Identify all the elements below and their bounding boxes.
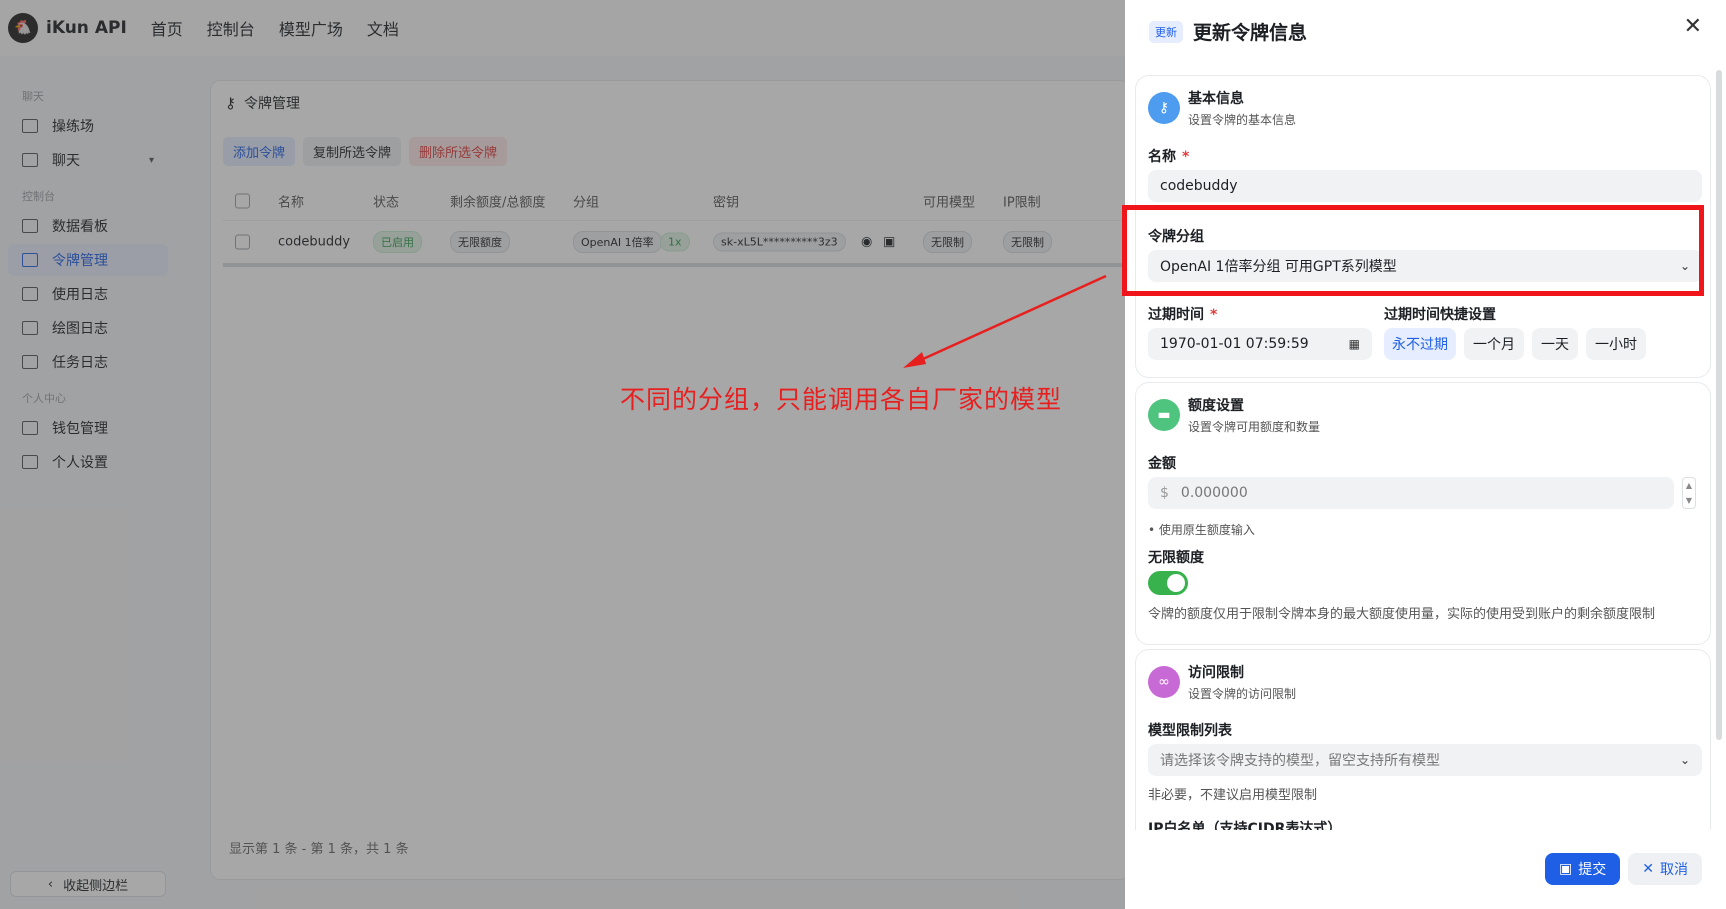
access-subtitle: 设置令牌的访问限制	[1188, 687, 1297, 701]
link-icon: ∞	[1148, 666, 1180, 698]
never-expire-button[interactable]: 永不过期	[1384, 328, 1456, 360]
name-input[interactable]: codebuddy	[1148, 170, 1702, 202]
unlimited-note: 令牌的额度仅用于限制令牌本身的最大额度使用量，实际的使用受到账户的剩余额度限制	[1148, 607, 1656, 622]
expire-datetime-input[interactable]: 1970-01-01 07:59:59 ▦	[1148, 328, 1372, 360]
unlimited-toggle[interactable]	[1148, 571, 1188, 595]
access-header: ∞ 访问限制 设置令牌的访问限制	[1148, 662, 1296, 702]
drawer-footer: ▣ 提交 ✕ 取消	[1545, 853, 1702, 885]
required-icon: *	[1182, 149, 1190, 165]
model-limit-select[interactable]: 请选择该令牌支持的模型，留空支持所有模型 ⌄	[1148, 744, 1702, 776]
close-icon[interactable]: ✕	[1684, 14, 1702, 39]
cancel-label: 取消	[1660, 862, 1688, 878]
credit-card-icon: ▬	[1148, 399, 1180, 431]
drawer-scrollbar[interactable]	[1716, 70, 1722, 740]
amount-hint: • 使用原生额度输入	[1148, 523, 1255, 537]
model-limit-hint: 非必要，不建议启用模型限制	[1148, 788, 1318, 803]
cancel-button[interactable]: ✕ 取消	[1628, 853, 1702, 885]
model-limit-placeholder: 请选择该令牌支持的模型，留空支持所有模型	[1160, 753, 1440, 769]
quota-header: ▬ 额度设置 设置令牌可用额度和数量	[1148, 395, 1320, 435]
ip-whitelist-label: IP白名单（支持CIDR表达式）	[1148, 821, 1342, 830]
name-label: 名称 *	[1148, 146, 1189, 166]
quota-title: 额度设置	[1188, 398, 1244, 414]
name-label-text: 名称	[1148, 149, 1176, 165]
amount-input[interactable]: $0.000000	[1148, 477, 1674, 509]
drawer-title: 更新令牌信息	[1193, 22, 1308, 44]
submit-button[interactable]: ▣ 提交	[1545, 853, 1621, 885]
save-icon: ▣	[1559, 861, 1573, 877]
quota-card: ▬ 额度设置 设置令牌可用额度和数量 金额 $0.000000 ▲ ▼ • 使用原…	[1135, 382, 1711, 645]
chevron-up-icon[interactable]: ▲	[1686, 481, 1692, 490]
one-day-button[interactable]: 一天	[1532, 328, 1578, 360]
annotation-text: 不同的分组，只能调用各自厂家的模型	[620, 385, 1063, 414]
dollar-prefix: $	[1160, 485, 1169, 501]
chevron-down-icon: ⌄	[1679, 753, 1690, 767]
chevron-down-icon[interactable]: ▼	[1686, 496, 1692, 505]
update-badge: 更新	[1149, 20, 1183, 43]
expire-label: 过期时间 *	[1148, 304, 1217, 324]
access-title: 访问限制	[1188, 665, 1244, 681]
amount-placeholder: 0.000000	[1180, 485, 1248, 501]
basic-info-title: 基本信息	[1188, 91, 1244, 107]
one-month-button[interactable]: 一个月	[1464, 328, 1524, 360]
drawer-header: 更新 更新令牌信息	[1149, 18, 1307, 45]
basic-info-subtitle: 设置令牌的基本信息	[1188, 113, 1297, 127]
calendar-icon[interactable]: ▦	[1349, 337, 1360, 351]
amount-stepper[interactable]: ▲ ▼	[1682, 477, 1696, 509]
quota-subtitle: 设置令牌可用额度和数量	[1188, 420, 1321, 434]
expire-value: 1970-01-01 07:59:59	[1160, 336, 1309, 352]
access-card: ∞ 访问限制 设置令牌的访问限制 模型限制列表 请选择该令牌支持的模型，留空支持…	[1135, 649, 1711, 830]
key-icon: ⚷	[1148, 92, 1180, 124]
drawer-content[interactable]: ⚷ 基本信息 设置令牌的基本信息 名称 * codebuddy 令牌分组 Open…	[1135, 72, 1721, 830]
submit-label: 提交	[1578, 862, 1607, 878]
required-icon: *	[1210, 307, 1218, 323]
basic-info-header: ⚷ 基本信息 设置令牌的基本信息	[1148, 88, 1296, 128]
quick-expire-label: 过期时间快捷设置	[1384, 307, 1496, 323]
amount-label: 金额	[1148, 456, 1176, 472]
close-icon: ✕	[1642, 861, 1654, 877]
modal-overlay[interactable]	[0, 0, 1125, 909]
one-hour-button[interactable]: 一小时	[1586, 328, 1646, 360]
unlimited-label: 无限额度	[1148, 550, 1204, 566]
annotation-highlight-box	[1122, 205, 1704, 296]
expire-label-text: 过期时间	[1148, 307, 1204, 323]
edit-token-drawer: 更新 更新令牌信息 ✕ ⚷ 基本信息 设置令牌的基本信息 名称 * codebud…	[1125, 0, 1726, 909]
model-limit-label: 模型限制列表	[1148, 723, 1232, 739]
